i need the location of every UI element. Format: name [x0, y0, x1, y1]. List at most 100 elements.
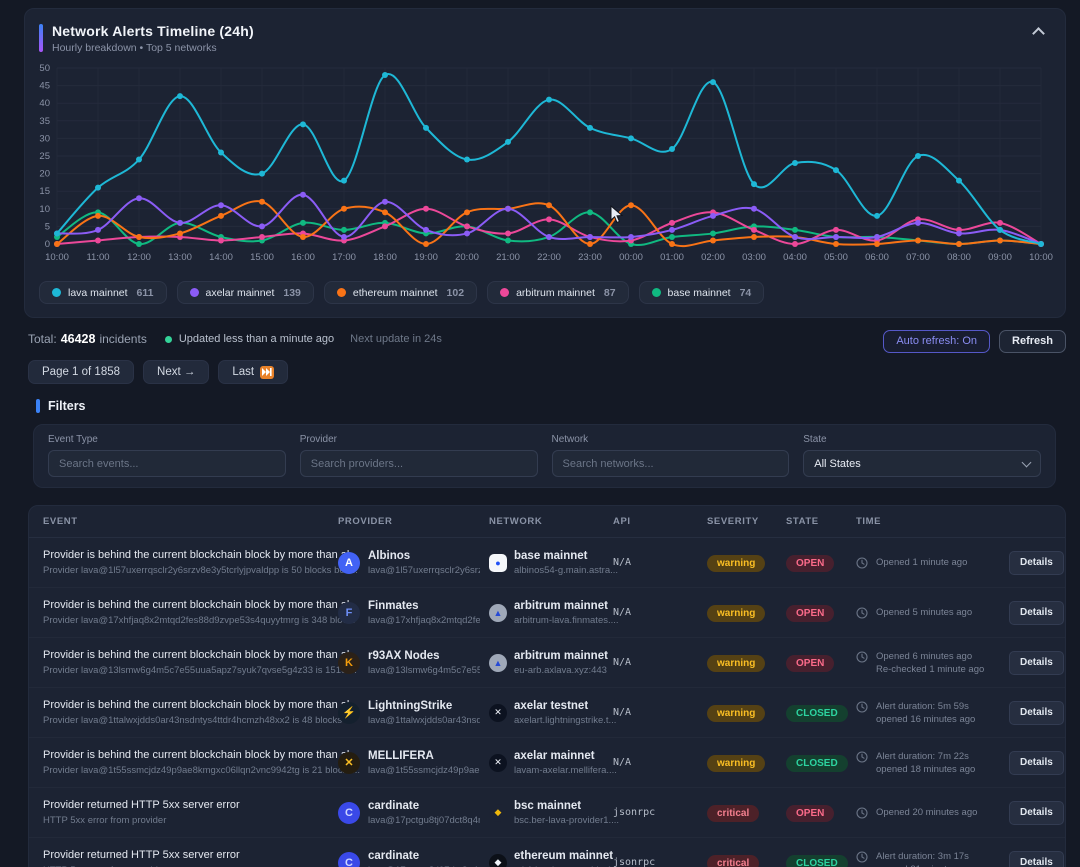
svg-text:40: 40	[39, 98, 50, 109]
chart-title: Network Alerts Timeline (24h)	[52, 23, 254, 39]
clock-icon	[856, 651, 868, 663]
time-cell: Opened 1 minute ago	[856, 556, 1009, 569]
next-update-text: Next update in 24s	[350, 333, 442, 345]
details-button[interactable]: Details	[1009, 701, 1064, 725]
event-title: Provider returned HTTP 5xx server error	[43, 799, 338, 811]
event-subtitle: Provider lava@13lsmw6g4m5c7e55uua5apz7sy…	[43, 665, 338, 676]
legend-item-base-mainnet[interactable]: base mainnet 74	[639, 281, 765, 304]
col-state: STATE	[786, 516, 856, 527]
event-cell: Provider is behind the current blockchai…	[43, 549, 338, 576]
provider-cell: C cardinate lava@17pctgu8tj07dct8q4mu...	[338, 800, 489, 826]
col-network: NETWORK	[489, 516, 613, 527]
event-title: Provider is behind the current blockchai…	[43, 549, 338, 561]
table-row: Provider is behind the current blockchai…	[29, 638, 1065, 688]
state-select[interactable]: All States	[803, 450, 1041, 477]
collapse-chevron-icon[interactable]	[1032, 27, 1045, 40]
event-title: Provider returned HTTP 5xx server error	[43, 849, 338, 861]
svg-text:25: 25	[39, 151, 50, 162]
clock-icon	[856, 607, 868, 619]
refresh-button[interactable]: Refresh	[999, 330, 1066, 353]
severity-badge: warning	[707, 705, 765, 722]
network-search-input[interactable]	[552, 450, 790, 477]
legend-dot-icon	[652, 288, 661, 297]
svg-text:11:00: 11:00	[86, 252, 109, 263]
severity-badge: warning	[707, 655, 765, 672]
severity-badge: warning	[707, 755, 765, 772]
network-cell: ● base mainnet albinos54-g.main.astra...	[489, 550, 613, 576]
network-endpoint: bsc.ber-lava-provider1....	[514, 815, 619, 826]
details-button[interactable]: Details	[1009, 601, 1064, 625]
pagination: Page 1 of 1858 Next → Last	[28, 360, 288, 384]
event-cell: Provider is behind the current blockchai…	[43, 749, 338, 776]
legend-item-ethereum-mainnet[interactable]: ethereum mainnet 102	[324, 281, 477, 304]
provider-name: r93AX Nodes	[368, 650, 480, 662]
svg-text:15: 15	[39, 186, 50, 197]
legend-item-lava-mainnet[interactable]: lava mainnet 611	[39, 281, 167, 304]
event-subtitle: Provider lava@1l57uxerrqsclr2y6srzv8e3y5…	[43, 565, 338, 576]
svg-text:07:00: 07:00	[906, 252, 930, 263]
event-title: Provider is behind the current blockchai…	[43, 749, 338, 761]
provider-search-input[interactable]	[300, 450, 538, 477]
network-icon: ✕	[489, 754, 507, 772]
last-page-button[interactable]: Last	[218, 360, 288, 384]
event-title: Provider is behind the current blockchai…	[43, 599, 338, 611]
col-api: API	[613, 516, 707, 527]
provider-name: LightningStrike	[368, 700, 480, 712]
filters-heading: Filters	[36, 399, 86, 413]
details-button[interactable]: Details	[1009, 551, 1064, 575]
provider-cell: A Albinos lava@1l57uxerrqsclr2y6srzv8e..…	[338, 550, 489, 576]
alerts-chart: 10:0011:0012:0013:0014:0015:0016:0017:00…	[25, 57, 1067, 271]
auto-refresh-toggle[interactable]: Auto refresh: On	[883, 330, 990, 353]
network-cell: ✕ axelar mainnet lavam-axelar.mellifera.…	[489, 750, 613, 776]
legend-item-axelar-mainnet[interactable]: axelar mainnet 139	[177, 281, 314, 304]
provider-address: lava@1t55ssmcjdz49p9ae8km...	[368, 765, 480, 776]
details-button[interactable]: Details	[1009, 851, 1064, 867]
network-icon: ◆	[489, 854, 507, 867]
event-type-search-input[interactable]	[48, 450, 286, 477]
next-page-button[interactable]: Next →	[143, 360, 209, 384]
svg-text:01:00: 01:00	[660, 252, 684, 263]
time-cell: Opened 6 minutes agoRe-checked 1 minute …	[856, 650, 1009, 676]
provider-avatar: ⚡	[338, 702, 360, 724]
legend-item-arbitrum-mainnet[interactable]: arbitrum mainnet 87	[487, 281, 628, 304]
col-time: TIME	[856, 516, 1009, 527]
provider-avatar: A	[338, 552, 360, 574]
severity-badge: critical	[707, 855, 759, 867]
state-badge: CLOSED	[786, 705, 848, 722]
svg-text:35: 35	[39, 116, 50, 127]
network-name: base mainnet	[514, 550, 618, 562]
event-subtitle: HTTP 5xx error from provider	[43, 815, 338, 826]
provider-name: Albinos	[368, 550, 480, 562]
clock-icon	[856, 851, 868, 863]
event-cell: Provider returned HTTP 5xx server error …	[43, 799, 338, 826]
provider-avatar: ✕	[338, 752, 360, 774]
svg-text:10: 10	[39, 204, 50, 215]
network-cell: ▲ arbitrum mainnet arbitrum-lava.finmate…	[489, 600, 613, 626]
skip-to-end-icon	[260, 366, 274, 379]
details-button[interactable]: Details	[1009, 801, 1064, 825]
provider-address: lava@1l57uxerrqsclr2y6srzv8e...	[368, 565, 480, 576]
provider-cell: ✕ MELLIFERA lava@1t55ssmcjdz49p9ae8km...	[338, 750, 489, 776]
event-subtitle: Provider lava@1t55ssmcjdz49p9ae8kmgxc06l…	[43, 765, 338, 776]
svg-text:12:00: 12:00	[127, 252, 151, 263]
network-icon: ▲	[489, 654, 507, 672]
col-provider: PROVIDER	[338, 516, 489, 527]
updated-text: Updated less than a minute ago	[179, 333, 334, 345]
provider-avatar: F	[338, 602, 360, 624]
api-value: N/A	[613, 607, 707, 618]
network-name: axelar mainnet	[514, 750, 617, 762]
time-cell: Opened 20 minutes ago	[856, 806, 1009, 819]
network-name: bsc mainnet	[514, 800, 619, 812]
network-cell: ◆ bsc mainnet bsc.ber-lava-provider1....	[489, 800, 613, 826]
total-label: Total:	[28, 332, 57, 346]
svg-text:13:00: 13:00	[168, 252, 192, 263]
col-event: EVENT	[43, 516, 338, 527]
state-badge: OPEN	[786, 655, 834, 672]
provider-avatar: C	[338, 802, 360, 824]
provider-address: lava@17xhfjaq8x2mtqd2fes88...	[368, 615, 480, 626]
details-button[interactable]: Details	[1009, 751, 1064, 775]
details-button[interactable]: Details	[1009, 651, 1064, 675]
incidents-summary: Total: 46428 incidents Updated less than…	[28, 332, 442, 346]
svg-text:10:00: 10:00	[1029, 252, 1053, 263]
table-row: Provider returned HTTP 5xx server error …	[29, 788, 1065, 838]
